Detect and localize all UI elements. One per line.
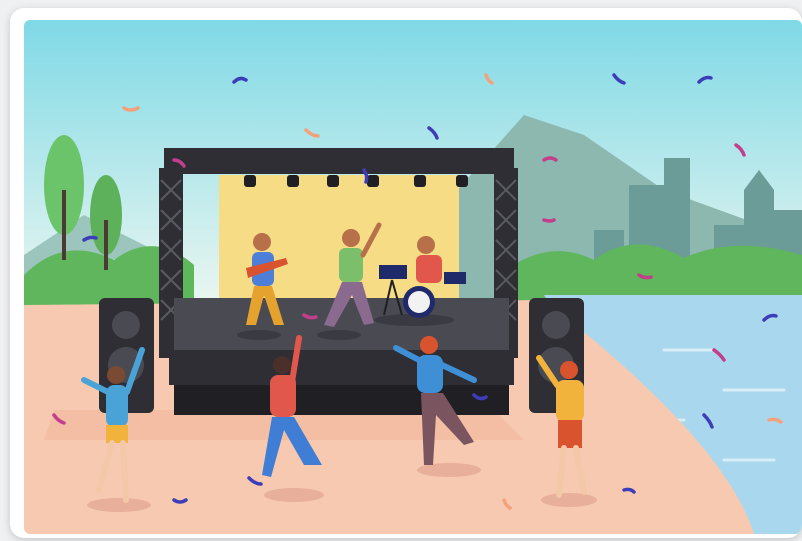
stage-front [169, 350, 514, 385]
concert-illustration [24, 20, 802, 534]
stage-base [174, 385, 509, 415]
stage-roof [164, 148, 514, 174]
concert-scene-svg [24, 20, 802, 534]
illustration-card [10, 8, 802, 538]
